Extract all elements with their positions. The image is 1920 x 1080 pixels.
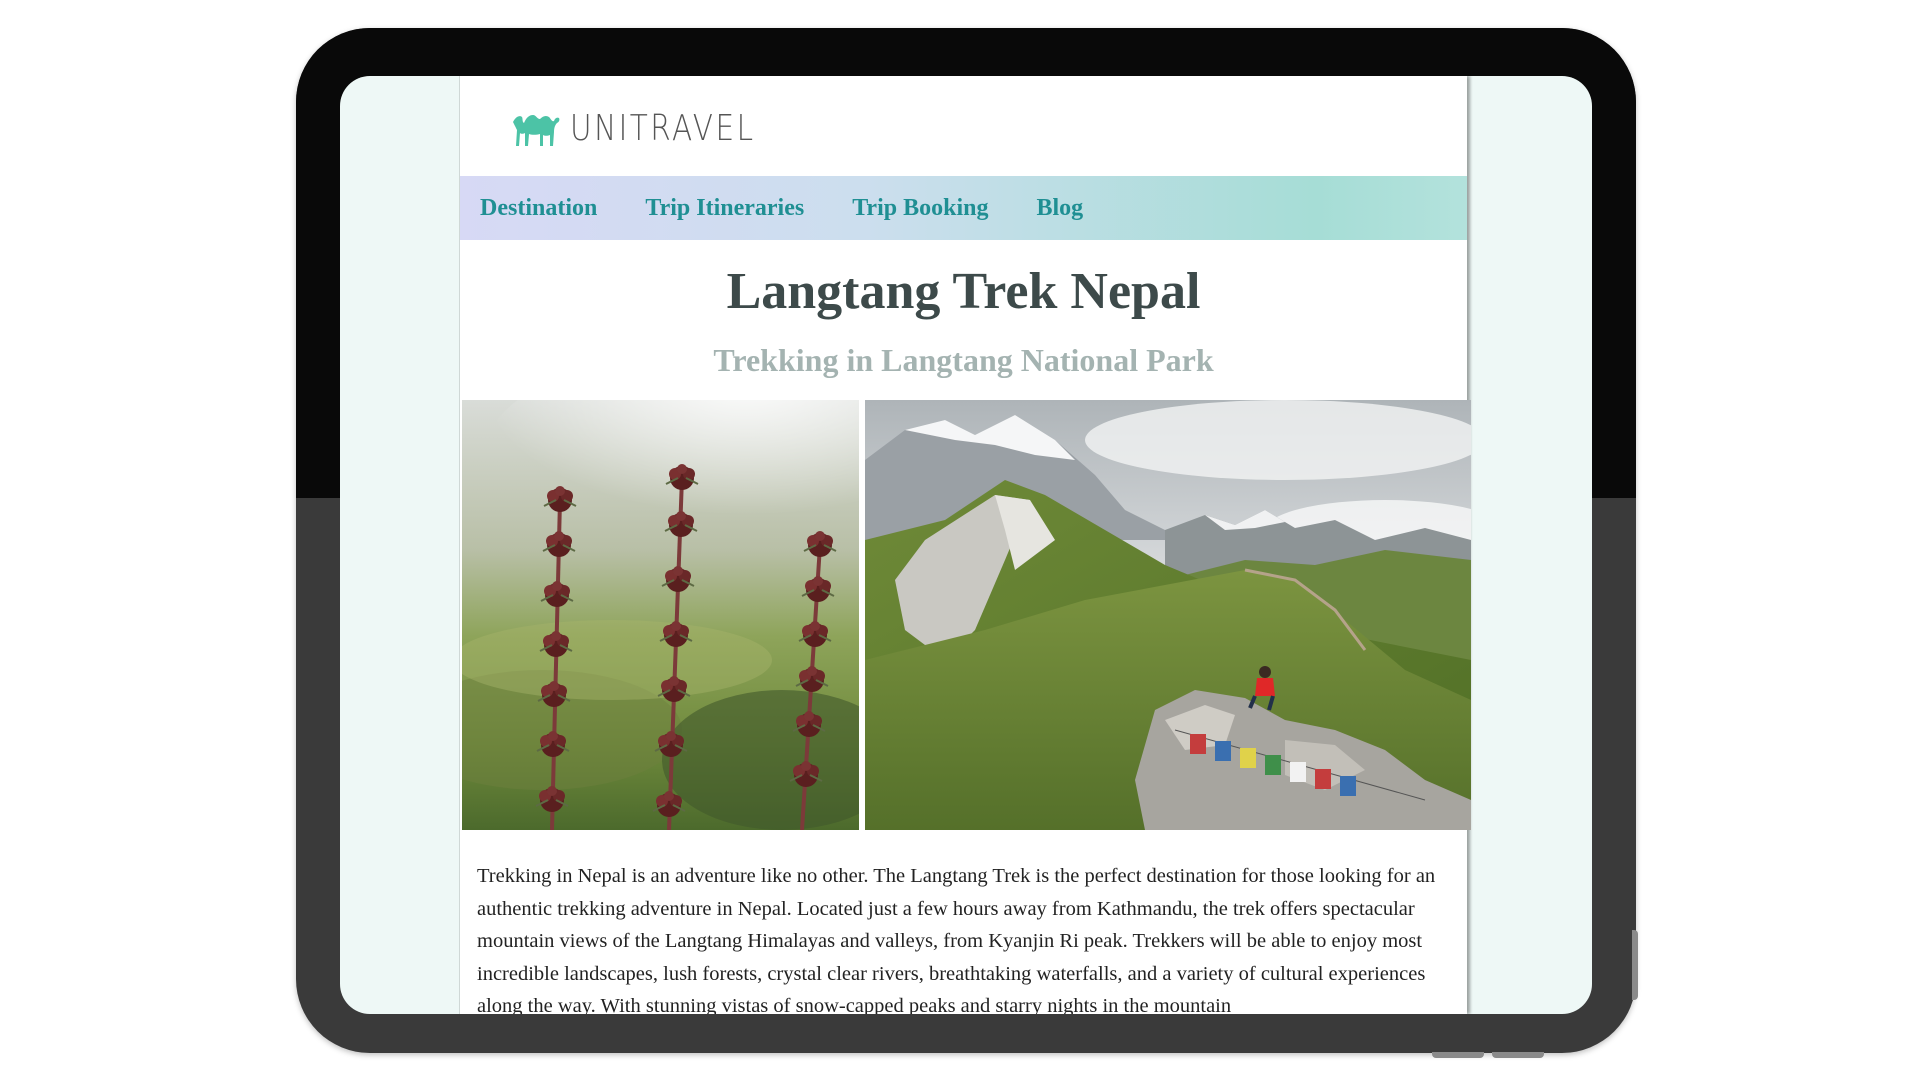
flower-stalks-photo — [462, 400, 859, 830]
nav-item-trip-booking[interactable]: Trip Booking — [852, 195, 988, 222]
brand-name: UNITRAVEL — [570, 107, 756, 149]
tablet-volume-button — [1492, 1052, 1544, 1058]
nav-item-destination[interactable]: Destination — [480, 195, 597, 222]
camel-icon — [513, 115, 560, 146]
nav-item-blog[interactable]: Blog — [1036, 195, 1083, 222]
tablet-screen: UNITRAVEL Destination Trip Itineraries T… — [340, 76, 1592, 1014]
tablet-side-button — [1632, 930, 1638, 1000]
mountain-ridge-photo — [865, 400, 1471, 830]
nav-item-trip-itineraries[interactable]: Trip Itineraries — [645, 195, 804, 222]
page-subtitle: Trekking in Langtang National Park — [713, 342, 1214, 378]
main-nav: Destination Trip Itineraries Trip Bookin… — [460, 176, 1467, 240]
page-title: Langtang Trek Nepal — [726, 263, 1201, 320]
web-page[interactable]: UNITRAVEL Destination Trip Itineraries T… — [459, 76, 1471, 1014]
article-paragraph: Trekking in Nepal is an adventure like n… — [477, 865, 1436, 1014]
tablet-volume-button — [1432, 1052, 1484, 1058]
site-logo[interactable]: UNITRAVEL — [510, 106, 796, 150]
